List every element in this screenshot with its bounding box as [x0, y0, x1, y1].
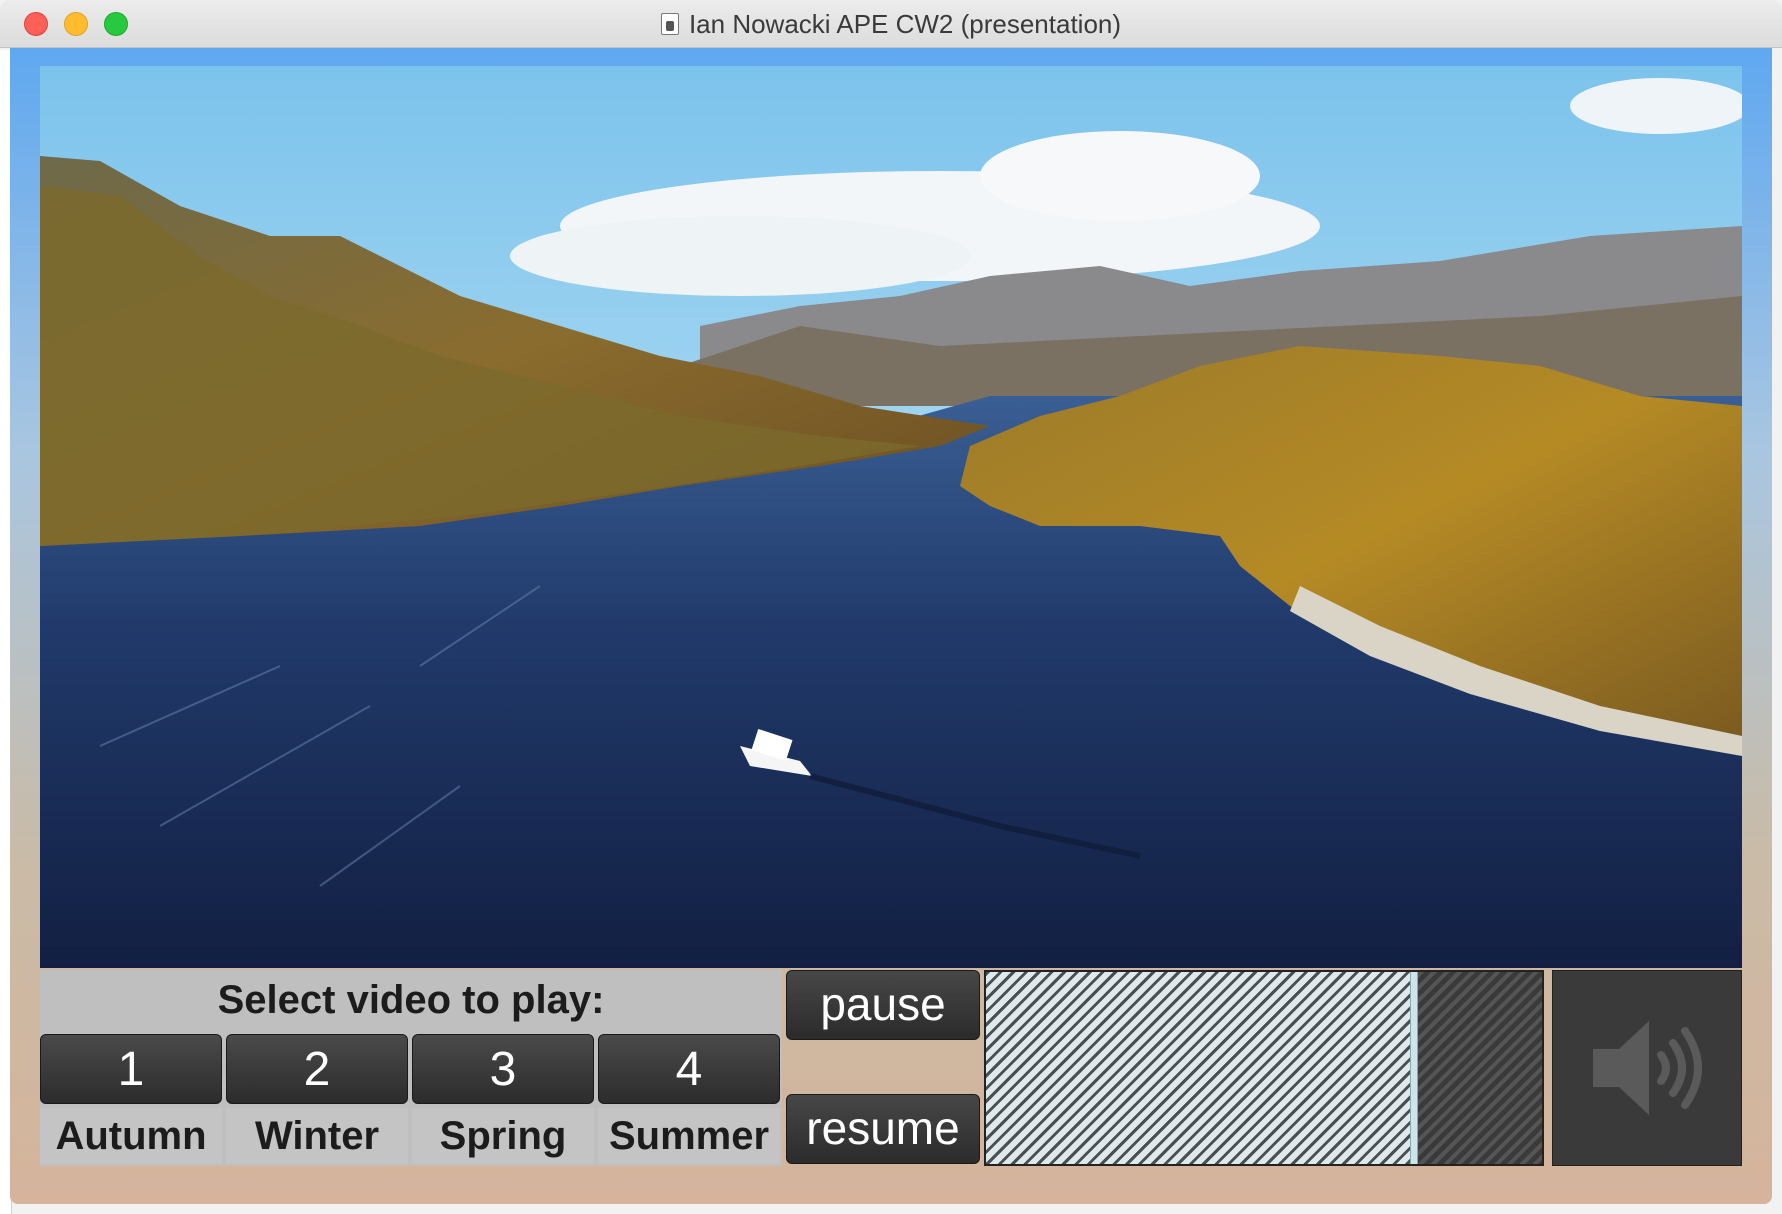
window-title: Ian Nowacki APE CW2 (presentation)	[688, 8, 1122, 39]
document-proxy-icon[interactable]	[660, 13, 679, 35]
progress-handle[interactable]	[1410, 972, 1419, 1164]
video-3-button[interactable]: 3	[412, 1034, 594, 1104]
app-content: Select video to play: 1 2 3 4 Autumn Win…	[10, 48, 1772, 1204]
app-window: Ian Nowacki APE CW2 (presentation) Selec…	[0, 0, 1782, 1214]
playback-progress-slider[interactable]	[984, 970, 1544, 1166]
video-4-button[interactable]: 4	[598, 1034, 780, 1104]
video-2-button[interactable]: 2	[226, 1034, 408, 1104]
progress-fill	[986, 972, 1415, 1164]
control-bar: Select video to play: 1 2 3 4 Autumn Win…	[40, 970, 1742, 1166]
season-label-summer: Summer	[598, 1108, 780, 1164]
pause-button[interactable]: pause	[786, 970, 980, 1040]
season-label-autumn: Autumn	[40, 1108, 222, 1164]
season-label-spring: Spring	[412, 1108, 594, 1164]
title-bar[interactable]: Ian Nowacki APE CW2 (presentation)	[0, 0, 1782, 48]
video-player[interactable]	[40, 66, 1742, 968]
select-video-label: Select video to play:	[217, 978, 605, 1022]
video-selector-panel: Select video to play: 1 2 3 4 Autumn Win…	[40, 970, 782, 1166]
season-label-winter: Winter	[226, 1108, 408, 1164]
video-1-button[interactable]: 1	[40, 1034, 222, 1104]
speaker-volume-icon	[1593, 1021, 1702, 1115]
resume-button[interactable]: resume	[786, 1094, 980, 1164]
volume-button[interactable]	[1552, 970, 1742, 1166]
video-frame-image	[40, 66, 1742, 968]
